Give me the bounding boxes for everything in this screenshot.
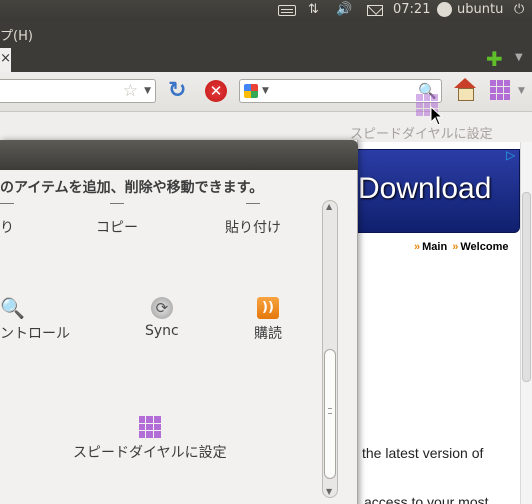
download-ad-banner[interactable]: Download (356, 149, 520, 233)
clock[interactable]: 07:21 (393, 2, 430, 17)
sync-icon: ⟳ (150, 297, 173, 319)
palette-item-label: ントロール (0, 326, 70, 342)
zoom-icon: 🔍 (0, 296, 25, 320)
paste-icon (246, 203, 260, 213)
url-bar[interactable]: ☆ ▼ (0, 79, 156, 103)
mail-icon[interactable] (367, 5, 383, 16)
user-name[interactable]: ubuntu (457, 2, 503, 17)
top-panel: ⇅ 🔊 07:21 ✕ ubuntu ⏻ (0, 0, 532, 20)
url-dropdown-icon[interactable]: ▼ (144, 86, 151, 96)
palette-item-paste[interactable]: 貼り付け (225, 203, 281, 237)
web-page: Download ▷ » Main » Welcome the latest ver… (356, 142, 532, 504)
palette-item-label: 購読 (254, 326, 282, 342)
home-icon[interactable] (454, 78, 476, 101)
network-icon[interactable]: ⇅ (308, 2, 319, 17)
scroll-down-icon[interactable]: ▼ (326, 487, 332, 496)
tab-list-arrow-icon[interactable]: ▼ (515, 52, 523, 63)
scroll-up-icon[interactable]: ▲ (326, 202, 332, 211)
palette-item-label: Sync (145, 323, 179, 339)
keyboard-icon[interactable] (278, 5, 296, 16)
palette-item-cut[interactable]: り (0, 203, 14, 237)
palette-item-sync[interactable]: ⟳ Sync (145, 297, 179, 339)
page-scrollbar[interactable] (520, 142, 532, 504)
copy-icon (110, 203, 124, 213)
toolbar-items-palette: り コピー 貼り付け 🔍 ントロール ⟳ Sync )) 購読 スピードダイヤル… (0, 192, 338, 497)
stop-icon[interactable]: ✕ (205, 80, 227, 102)
ad-text: Download (358, 172, 492, 205)
palette-item-speed-dial[interactable]: スピードダイヤルに設定 (73, 416, 227, 462)
reload-icon[interactable]: ↻ (168, 80, 190, 102)
palette-item-zoom[interactable]: 🔍 ントロール (0, 297, 70, 343)
body-text: the latest version of (362, 445, 484, 461)
rss-icon: )) (257, 297, 279, 319)
scroll-grip-icon (328, 408, 332, 414)
site-nav: » Main » Welcome (412, 241, 508, 253)
bookmarks-toolbar[interactable]: スピードダイヤルに設定 (0, 94, 532, 142)
tab-bar: × ✚ ▼ (0, 46, 532, 72)
dialog-titlebar[interactable] (0, 140, 358, 170)
search-engine-dropdown-icon[interactable]: ▼ (262, 86, 269, 96)
volume-icon[interactable]: 🔊 (336, 2, 352, 17)
bookmark-drop-label: スピードダイヤルに設定 (350, 127, 493, 142)
palette-item-label: り (0, 220, 14, 236)
power-icon[interactable]: ⏻ (514, 2, 524, 17)
customize-toolbar-dialog: のアイテムを追加、削除や移動できます。 り コピー 貼り付け 🔍 ントロール ⟳… (0, 140, 358, 504)
user-icon[interactable]: ✕ (437, 2, 452, 17)
search-bar[interactable]: ▼ 🔍 (239, 79, 442, 103)
body-text: access to your most (364, 494, 489, 504)
palette-item-label: スピードダイヤルに設定 (73, 445, 227, 461)
palette-item-label: 貼り付け (225, 220, 281, 236)
palette-item-subscribe[interactable]: )) 購読 (254, 297, 282, 343)
nav-main-link[interactable]: Main (422, 241, 447, 253)
menu-help[interactable]: プ(H) (0, 25, 33, 44)
palette-item-copy[interactable]: コピー (96, 203, 138, 237)
navigation-toolbar: ☆ ▼ ↻ ✕ ▼ 🔍 ▼ (0, 72, 532, 112)
star-icon[interactable]: ☆ (123, 81, 138, 101)
cut-icon (0, 203, 14, 213)
page-scroll-thumb[interactable] (522, 192, 531, 382)
google-icon[interactable] (244, 84, 258, 98)
tab-close-icon[interactable]: × (0, 48, 11, 72)
menubar: プ(H) (0, 20, 532, 46)
nav-arrow-icon: » (452, 241, 459, 253)
nav-arrow-icon: » (414, 241, 421, 253)
speed-dial-icon (138, 416, 161, 438)
palette-item-label: コピー (96, 220, 138, 236)
toolbar-overflow-icon[interactable]: ▼ (518, 86, 525, 96)
palette-scroll-thumb[interactable] (324, 349, 336, 479)
nav-welcome-link[interactable]: Welcome (460, 241, 508, 253)
new-tab-icon[interactable]: ✚ (486, 49, 503, 69)
speed-dial-icon[interactable] (490, 80, 510, 100)
palette-scrollbar[interactable]: ▲ ▼ (322, 200, 338, 498)
